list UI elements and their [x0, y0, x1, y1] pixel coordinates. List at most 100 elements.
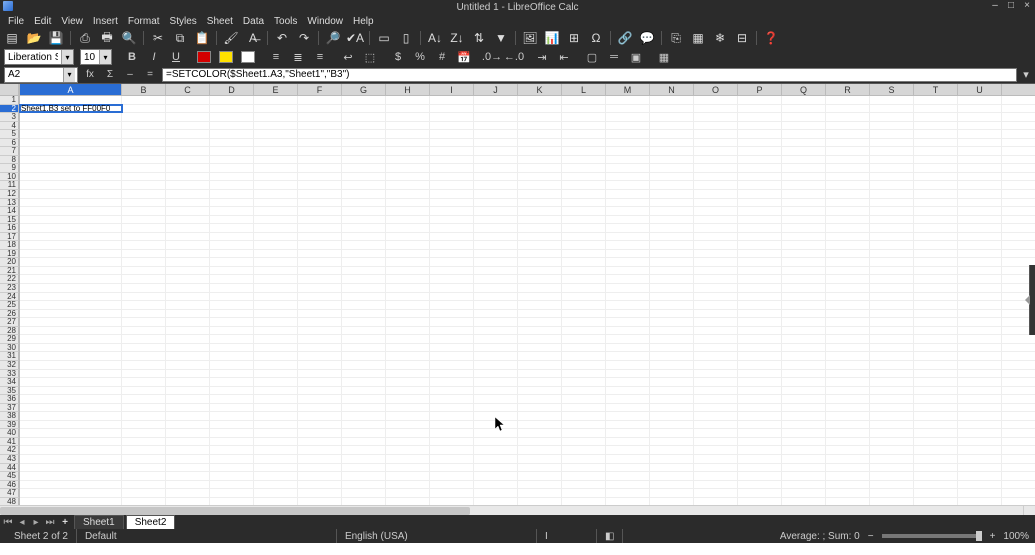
zoom-out-button[interactable]: −	[868, 531, 874, 542]
cell-H44[interactable]	[386, 464, 430, 472]
cell-G36[interactable]	[342, 395, 386, 403]
cell-T23[interactable]	[914, 284, 958, 292]
cell-O11[interactable]	[694, 181, 738, 189]
cell-A22[interactable]	[20, 275, 122, 283]
cell-G21[interactable]	[342, 267, 386, 275]
cell-F11[interactable]	[298, 181, 342, 189]
cell-I35[interactable]	[430, 387, 474, 395]
cell-H5[interactable]	[386, 130, 430, 138]
cell-R17[interactable]	[826, 233, 870, 241]
cell-Q32[interactable]	[782, 361, 826, 369]
cell-F15[interactable]	[298, 216, 342, 224]
cell-H43[interactable]	[386, 455, 430, 463]
italic-button[interactable]: I	[146, 49, 162, 65]
cell-L26[interactable]	[562, 310, 606, 318]
cell-F4[interactable]	[298, 122, 342, 130]
cell-R29[interactable]	[826, 335, 870, 343]
cell-Q38[interactable]	[782, 412, 826, 420]
cell-I2[interactable]	[430, 105, 474, 113]
column-header-C[interactable]: C	[166, 84, 210, 95]
cell-D13[interactable]	[210, 199, 254, 207]
cell-I42[interactable]	[430, 446, 474, 454]
cell-J29[interactable]	[474, 335, 518, 343]
cell-B32[interactable]	[122, 361, 166, 369]
cell-Q22[interactable]	[782, 275, 826, 283]
cell-Q36[interactable]	[782, 395, 826, 403]
cell-J16[interactable]	[474, 224, 518, 232]
cell-P45[interactable]	[738, 472, 782, 480]
cell-D36[interactable]	[210, 395, 254, 403]
cell-S4[interactable]	[870, 122, 914, 130]
cell-Q7[interactable]	[782, 147, 826, 155]
zoom-slider-thumb[interactable]	[976, 531, 982, 541]
cell-N29[interactable]	[650, 335, 694, 343]
cell-A41[interactable]	[20, 438, 122, 446]
cell-E13[interactable]	[254, 199, 298, 207]
function-wizard-button[interactable]: fx	[82, 69, 98, 80]
cell-J9[interactable]	[474, 164, 518, 172]
merge-cells-icon[interactable]: ⬚	[362, 49, 378, 65]
cell-Q9[interactable]	[782, 164, 826, 172]
cell-J24[interactable]	[474, 293, 518, 301]
menu-window[interactable]: Window	[303, 16, 347, 27]
cell-O41[interactable]	[694, 438, 738, 446]
cell-A13[interactable]	[20, 199, 122, 207]
cell-O1[interactable]	[694, 96, 738, 104]
side-panel-icon[interactable]: ▤	[4, 30, 20, 46]
cell-U16[interactable]	[958, 224, 1002, 232]
cell-K18[interactable]	[518, 241, 562, 249]
cell-N2[interactable]	[650, 105, 694, 113]
cell-G40[interactable]	[342, 429, 386, 437]
bg-color-button[interactable]	[240, 49, 256, 65]
cell-P35[interactable]	[738, 387, 782, 395]
row-header-2[interactable]: 2	[0, 105, 19, 114]
cell-G1[interactable]	[342, 96, 386, 104]
cell-T1[interactable]	[914, 96, 958, 104]
cell-J10[interactable]	[474, 173, 518, 181]
cell-E5[interactable]	[254, 130, 298, 138]
menu-data[interactable]: Data	[239, 16, 268, 27]
page-style-label[interactable]: Default	[77, 529, 337, 543]
cell-K23[interactable]	[518, 284, 562, 292]
cell-G39[interactable]	[342, 421, 386, 429]
cell-R28[interactable]	[826, 327, 870, 335]
date-icon[interactable]: 📅	[456, 49, 472, 65]
menu-view[interactable]: View	[57, 16, 87, 27]
cell-S45[interactable]	[870, 472, 914, 480]
cell-J11[interactable]	[474, 181, 518, 189]
cell-H16[interactable]	[386, 224, 430, 232]
cell-J5[interactable]	[474, 130, 518, 138]
cell-A18[interactable]	[20, 241, 122, 249]
cell-R37[interactable]	[826, 404, 870, 412]
cell-R11[interactable]	[826, 181, 870, 189]
headers-footers-icon[interactable]: ⎘	[668, 30, 684, 46]
cell-S22[interactable]	[870, 275, 914, 283]
cell-M37[interactable]	[606, 404, 650, 412]
cell-Q19[interactable]	[782, 250, 826, 258]
cell-D32[interactable]	[210, 361, 254, 369]
cell-C19[interactable]	[166, 250, 210, 258]
cell-P25[interactable]	[738, 301, 782, 309]
cell-P40[interactable]	[738, 429, 782, 437]
cell-N21[interactable]	[650, 267, 694, 275]
cell-H11[interactable]	[386, 181, 430, 189]
row-header-3[interactable]: 3	[0, 113, 19, 122]
cell-S20[interactable]	[870, 258, 914, 266]
cell-Q44[interactable]	[782, 464, 826, 472]
cell-E3[interactable]	[254, 113, 298, 121]
cell-C39[interactable]	[166, 421, 210, 429]
cell-O34[interactable]	[694, 378, 738, 386]
cell-R12[interactable]	[826, 190, 870, 198]
cell-R41[interactable]	[826, 438, 870, 446]
cell-B7[interactable]	[122, 147, 166, 155]
cell-T16[interactable]	[914, 224, 958, 232]
cell-T4[interactable]	[914, 122, 958, 130]
column-header-G[interactable]: G	[342, 84, 386, 95]
cell-I40[interactable]	[430, 429, 474, 437]
cell-E9[interactable]	[254, 164, 298, 172]
cell-I1[interactable]	[430, 96, 474, 104]
cell-M4[interactable]	[606, 122, 650, 130]
cell-M47[interactable]	[606, 489, 650, 497]
cell-E33[interactable]	[254, 370, 298, 378]
cell-S21[interactable]	[870, 267, 914, 275]
